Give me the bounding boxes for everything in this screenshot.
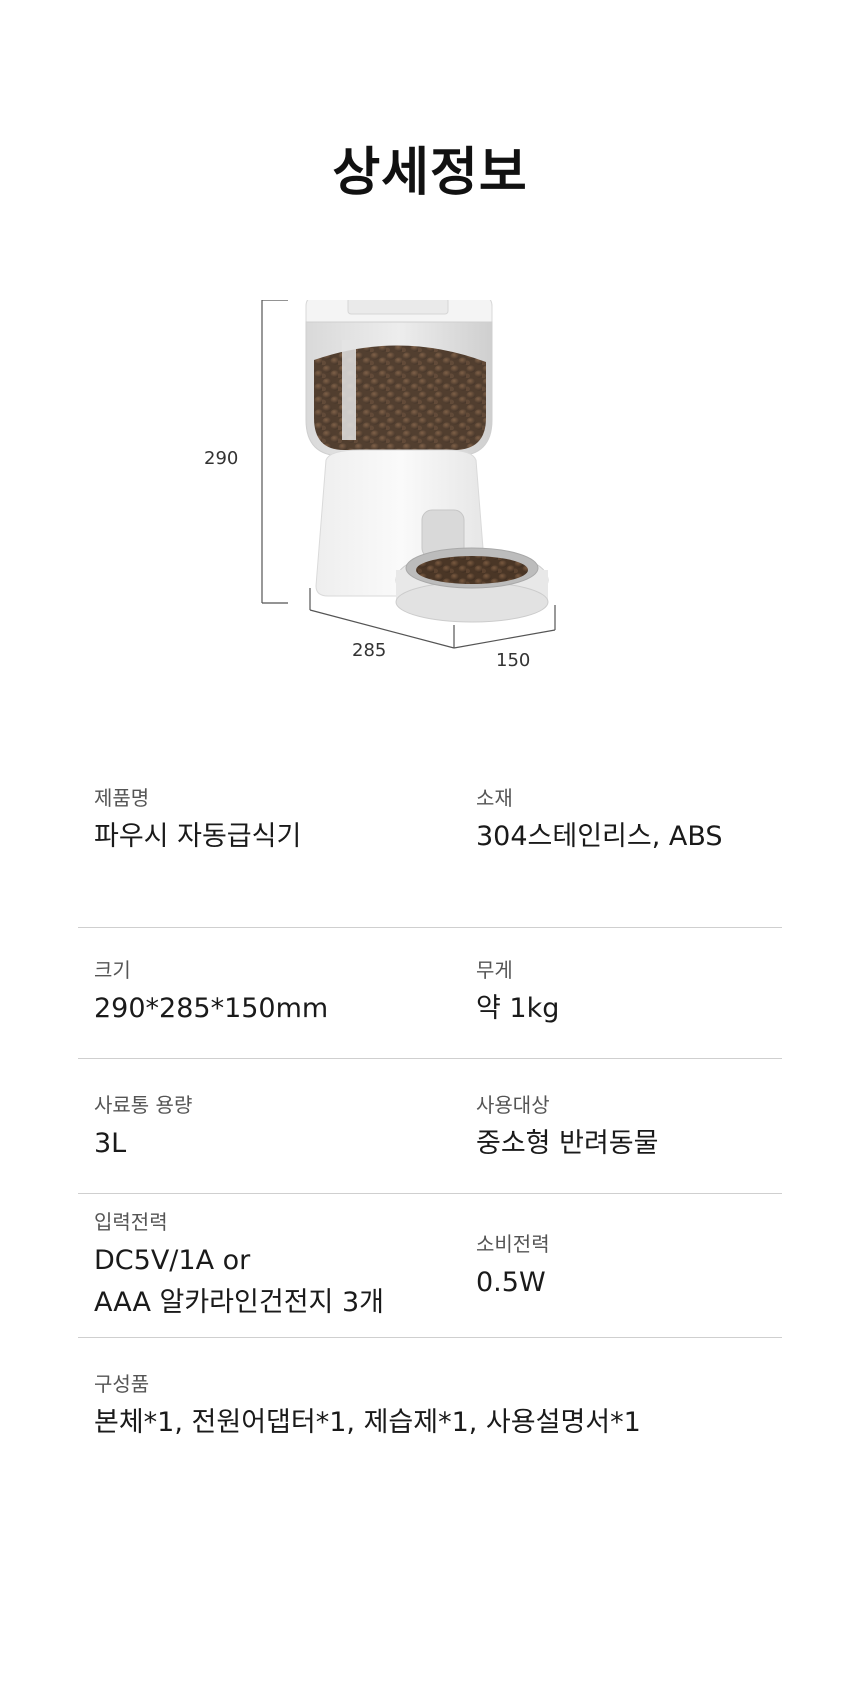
spec-row: 사료통 용량 3L 사용대상 중소형 반려동물 [78,1059,782,1194]
height-dimension-label: 290 [204,448,239,469]
spec-value: DC5V/1A or AAA 알카라인건전지 3개 [94,1240,384,1324]
spec-product-name: 제품명 파우시 자동급식기 [94,786,301,858]
spec-row: 크기 290*285*150mm 무게 약 1kg [78,928,782,1059]
spec-label: 사료통 용량 [94,1093,193,1117]
spec-value: 약 1kg [476,993,560,1024]
spec-value: 본체*1, 전원어댑터*1, 제습제*1, 사용설명서*1 [94,1407,641,1438]
spec-row: 입력전력 DC5V/1A or AAA 알카라인건전지 3개 소비전력 0.5W [78,1194,782,1338]
spec-label: 무게 [476,958,513,982]
spec-label: 구성품 [94,1372,150,1396]
depth-dimension-label: 285 [352,640,387,661]
spec-weight: 무게 약 1kg [476,958,559,1030]
spec-value-line: AAA 알카라인건전지 3개 [94,1286,384,1318]
spec-row: 구성품 본체*1, 전원어댑터*1, 제습제*1, 사용설명서*1 [78,1338,782,1468]
spec-label: 제품명 [94,786,150,810]
auto-feeder-illustration [261,295,556,649]
spec-label: 소비전력 [476,1232,550,1256]
spec-capacity: 사료통 용량 3L [94,1093,192,1165]
spec-row: 제품명 파우시 자동급식기 소재 304스테인리스, ABS [78,786,782,928]
spec-value: 중소형 반려동물 [476,1128,659,1159]
width-dimension-label: 150 [496,650,531,671]
spec-value: 파우시 자동급식기 [94,821,302,852]
spec-value: 304스테인리스, ABS [476,821,723,852]
height-dimension-line [261,299,288,604]
spec-value: 0.5W [476,1267,546,1298]
product-figure: 290 285 150 [204,295,670,740]
spec-label: 입력전력 [94,1210,168,1234]
spec-input-power: 입력전력 DC5V/1A or AAA 알카라인건전지 3개 [94,1210,384,1324]
spec-label: 사용대상 [476,1093,550,1117]
spec-value: 290*285*150mm [94,993,329,1024]
spec-value: 3L [94,1128,127,1159]
spec-label: 크기 [94,958,131,982]
spec-label: 소재 [476,786,513,810]
spec-value-line: DC5V/1A or [94,1245,251,1276]
spec-material: 소재 304스테인리스, ABS [476,786,723,858]
spec-size: 크기 290*285*150mm [94,958,328,1030]
page-title: 상세정보 [332,143,528,203]
spec-components: 구성품 본체*1, 전원어댑터*1, 제습제*1, 사용설명서*1 [94,1372,641,1444]
spec-table: 제품명 파우시 자동급식기 소재 304스테인리스, ABS 크기 290*28… [78,786,782,1468]
spec-target: 사용대상 중소형 반려동물 [476,1093,658,1165]
spec-power-consumption: 소비전력 0.5W [476,1232,550,1304]
